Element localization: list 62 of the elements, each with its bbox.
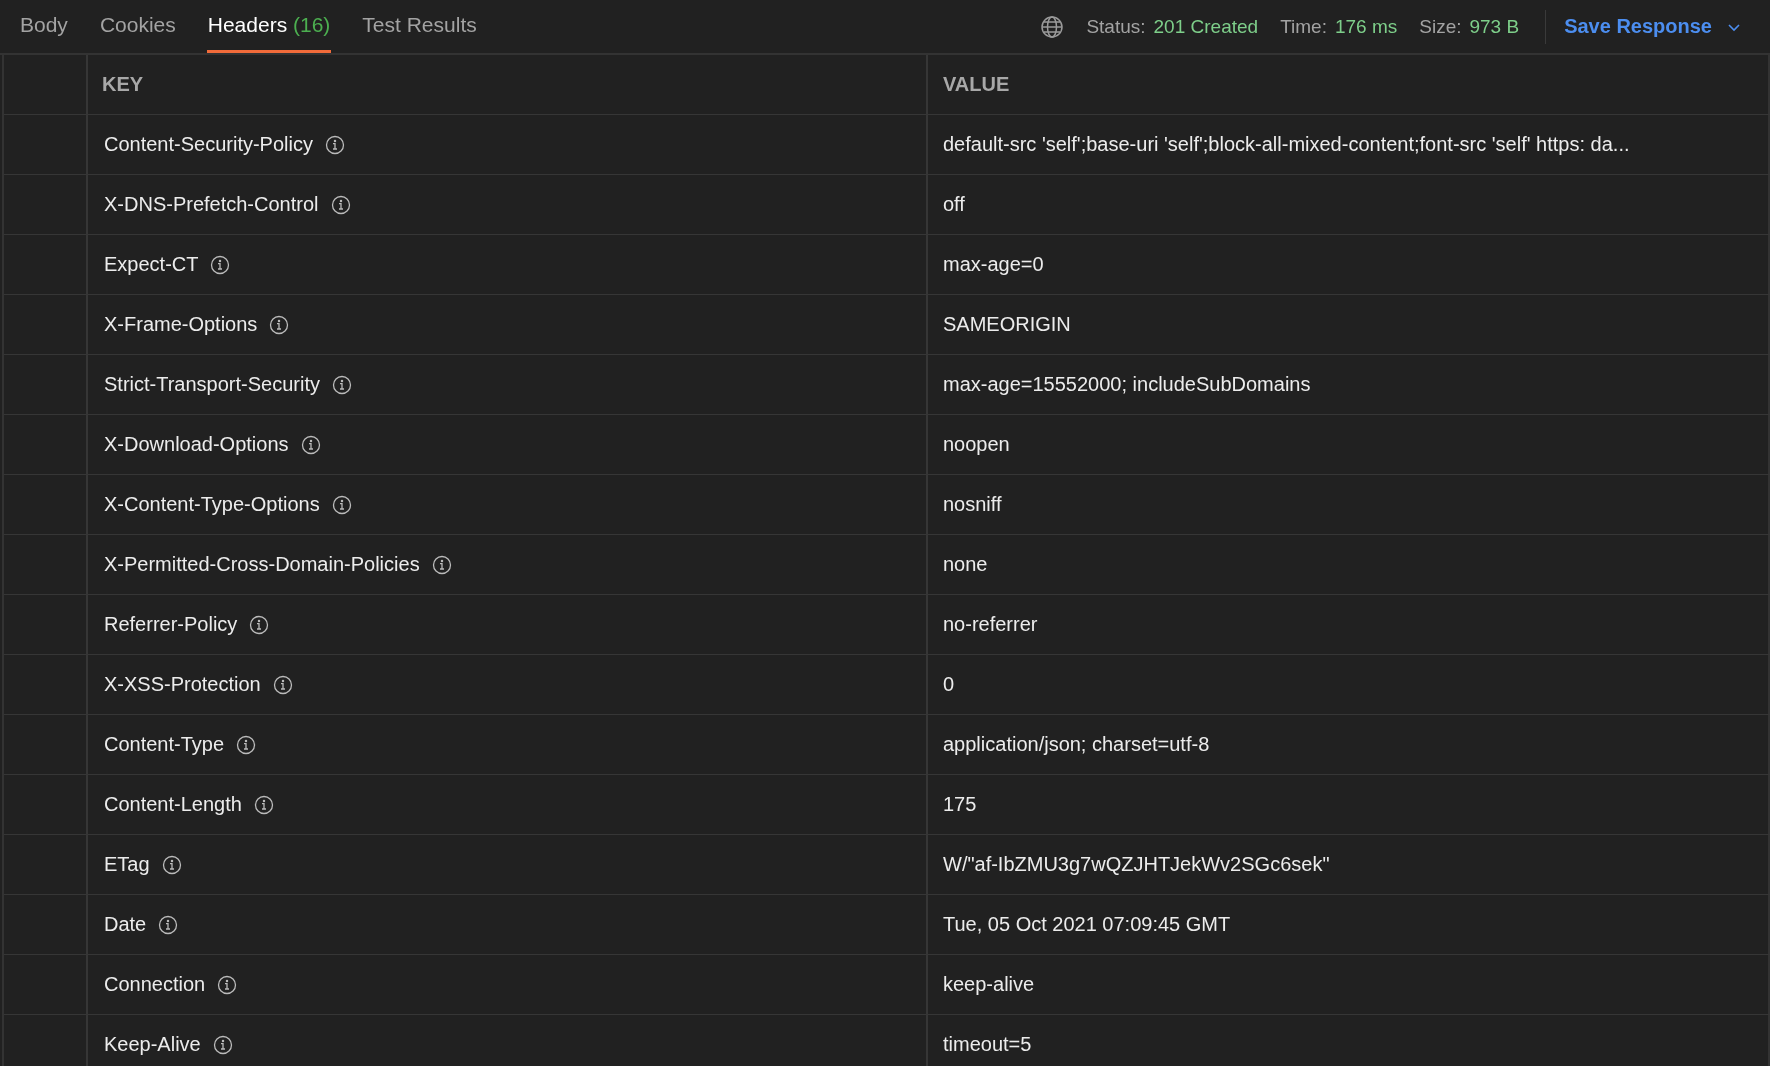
header-value: max-age=15552000; includeSubDomains (943, 373, 1311, 396)
header-value: default-src 'self';base-uri 'self';block-all-mixed-content;font-src 'self' https: da... (943, 133, 1630, 156)
info-icon[interactable] (236, 734, 257, 755)
response-tab[interactable]: Body (19, 0, 69, 53)
header-value: 0 (943, 673, 955, 696)
header-key: Connection (104, 973, 206, 996)
info-icon[interactable] (210, 254, 231, 275)
header-key: Date (104, 913, 147, 936)
header-key: Expect-CT (104, 253, 199, 276)
info-icon[interactable] (158, 914, 179, 935)
header-value: 175 (943, 793, 977, 816)
header-value: W/"af-IbZMU3g7wQZJHTJekWv2SGc6sek" (943, 853, 1330, 876)
info-icon[interactable] (161, 854, 182, 875)
header-value: max-age=0 (943, 253, 1044, 276)
header-key: Content-Length (104, 793, 242, 816)
header-key: ETag (104, 853, 150, 876)
info-icon[interactable] (217, 974, 238, 995)
column-header: VALUE (943, 73, 1010, 96)
stat-value: 176 ms (1334, 15, 1398, 38)
header-value: no-referrer (943, 613, 1038, 636)
info-icon[interactable] (269, 314, 290, 335)
stat-label: Time: (1280, 15, 1327, 38)
header-value: off (943, 193, 965, 216)
header-value: application/json; charset=utf-8 (943, 733, 1210, 756)
header-value: keep-alive (943, 973, 1035, 996)
header-key: Strict-Transport-Security (104, 373, 320, 396)
info-icon[interactable] (330, 194, 351, 215)
response-tab[interactable]: Headers (16) (206, 0, 332, 53)
header-key: X-Frame-Options (104, 313, 258, 336)
info-icon[interactable] (212, 1034, 233, 1055)
response-tab[interactable]: Cookies (98, 0, 177, 53)
info-icon[interactable] (324, 134, 345, 155)
stat-value: 973 B (1469, 15, 1520, 38)
info-icon[interactable] (331, 374, 352, 395)
info-icon[interactable] (300, 434, 321, 455)
header-value: nosniff (943, 493, 1002, 516)
info-icon[interactable] (249, 614, 270, 635)
header-value: noopen (943, 433, 1010, 456)
header-key: X-XSS-Protection (104, 673, 261, 696)
stat-value: 201 Created (1153, 15, 1259, 38)
stat-label: Size: (1419, 15, 1462, 38)
header-key: X-Content-Type-Options (104, 493, 320, 516)
response-tab[interactable]: Test Results (361, 0, 478, 53)
header-key: Content-Type (104, 733, 225, 756)
info-icon[interactable] (253, 794, 274, 815)
header-key: X-Permitted-Cross-Domain-Policies (104, 553, 420, 576)
header-key: Keep-Alive (104, 1033, 201, 1056)
header-value: none (943, 553, 988, 576)
save-response-button[interactable]: Save Response (1564, 15, 1742, 38)
header-key: Content-Security-Policy (104, 133, 313, 156)
header-key: X-Download-Options (104, 433, 289, 456)
column-header: KEY (102, 73, 144, 96)
header-key: Referrer-Policy (104, 613, 238, 636)
globe-icon[interactable] (1040, 14, 1065, 39)
info-icon[interactable] (331, 494, 352, 515)
stat-label: Status: (1086, 15, 1146, 38)
header-value: SAMEORIGIN (943, 313, 1071, 336)
header-key: X-DNS-Prefetch-Control (104, 193, 319, 216)
header-value: Tue, 05 Oct 2021 07:09:45 GMT (943, 913, 1231, 936)
info-icon[interactable] (431, 554, 452, 575)
header-value: timeout=5 (943, 1033, 1032, 1056)
info-icon[interactable] (272, 674, 293, 695)
